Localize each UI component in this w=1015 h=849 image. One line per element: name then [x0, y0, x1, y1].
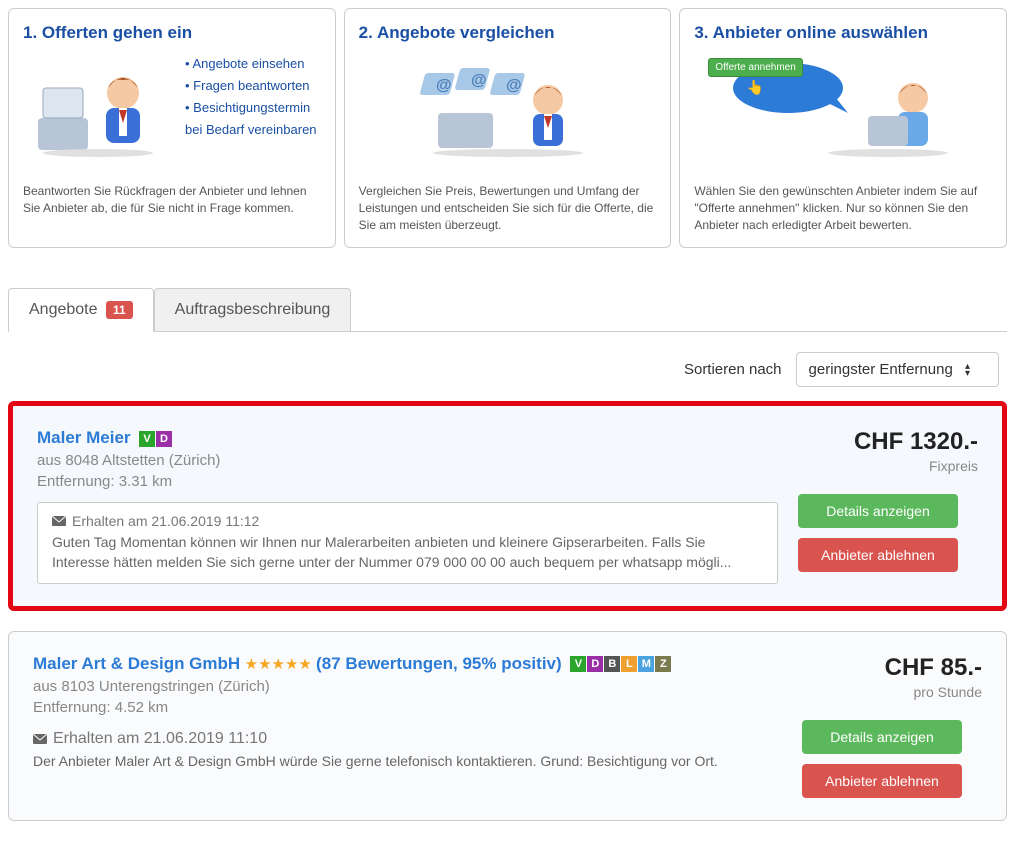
step-3: 3. Anbieter online auswählen Offerte ann…: [679, 8, 1007, 248]
message-body: Der Anbieter Maler Art & Design GmbH wür…: [33, 752, 782, 772]
reject-provider-button[interactable]: Anbieter ablehnen: [798, 538, 958, 572]
badge-z: Z: [655, 656, 671, 672]
provider-badges: VDBLMZ: [570, 656, 671, 672]
badge-l: L: [621, 656, 637, 672]
svg-text:@: @: [506, 77, 522, 94]
sort-select[interactable]: geringster Entfernung ▴▾: [796, 352, 999, 387]
sort-label: Sortieren nach: [684, 361, 782, 378]
message-received: Erhalten am 21.06.2019 11:12: [52, 513, 763, 529]
accept-offer-bubble-button: Offerte annehmen: [708, 58, 802, 77]
svg-text:@: @: [436, 77, 452, 94]
offer-card: Maler Art & Design GmbH ★★★★★ (87 Bewert…: [8, 631, 1007, 821]
step-bullets: Angebote einsehen Fragen beantworten Bes…: [185, 53, 321, 141]
offer-distance: Entfernung: 4.52 km: [33, 699, 782, 716]
person-accept-illustration: Offerte annehmen 👆: [728, 53, 958, 163]
envelope-icon: [52, 516, 66, 526]
message-body: Guten Tag Momentan können wir Ihnen nur …: [52, 533, 763, 572]
badge-v: V: [570, 656, 586, 672]
steps-row: 1. Offerten gehen ein Angebote einsehen …: [8, 8, 1007, 248]
badge-v: V: [139, 431, 155, 447]
message-received: Erhalten am 21.06.2019 11:10: [33, 730, 782, 748]
envelope-icon: [33, 734, 47, 744]
details-button[interactable]: Details anzeigen: [798, 494, 958, 528]
offer-provider-name[interactable]: Maler Meier: [37, 428, 131, 447]
person-desk-illustration: [23, 53, 173, 163]
cursor-icon: 👆: [747, 79, 764, 95]
step-title: 1. Offerten gehen ein: [23, 23, 321, 43]
step-title: 3. Anbieter online auswählen: [694, 23, 992, 43]
details-button[interactable]: Details anzeigen: [802, 720, 962, 754]
message-box: Erhalten am 21.06.2019 11:12 Guten Tag Mo…: [37, 502, 778, 583]
step-title: 2. Angebote vergleichen: [359, 23, 657, 43]
offer-price: CHF 1320.-: [798, 428, 978, 456]
svg-text:@: @: [471, 72, 487, 89]
badge-m: M: [638, 656, 654, 672]
offer-card: Maler Meier VD aus 8048 Altstetten (Züri…: [8, 401, 1007, 610]
provider-badges: VD: [139, 431, 172, 447]
step-description: Vergleichen Sie Preis, Bewertungen und U…: [359, 183, 657, 233]
tab-description[interactable]: Auftragsbeschreibung: [154, 288, 352, 332]
reject-provider-button[interactable]: Anbieter ablehnen: [802, 764, 962, 798]
tabs: Angebote 11 Auftragsbeschreibung: [8, 288, 1007, 332]
tab-offers[interactable]: Angebote 11: [8, 288, 154, 332]
offer-price-type: Fixpreis: [798, 458, 978, 474]
offer-location: aus 8048 Altstetten (Zürich): [37, 452, 778, 469]
badge-d: D: [587, 656, 603, 672]
badge-d: D: [156, 431, 172, 447]
step-2: 2. Angebote vergleichen @ @ @: [344, 8, 672, 248]
step-1: 1. Offerten gehen ein Angebote einsehen …: [8, 8, 336, 248]
offer-price: CHF 85.-: [802, 654, 982, 682]
offer-price-type: pro Stunde: [802, 684, 982, 700]
rating-stars: ★★★★★: [245, 656, 316, 673]
badge-b: B: [604, 656, 620, 672]
step-description: Beantworten Sie Rückfragen der Anbieter …: [23, 183, 321, 217]
sort-caret-icon: ▴▾: [965, 363, 970, 377]
offer-provider-name[interactable]: Maler Art & Design GmbH: [33, 654, 240, 673]
rating-text[interactable]: (87 Bewertungen, 95% positiv): [316, 654, 566, 673]
offer-distance: Entfernung: 3.31 km: [37, 473, 778, 490]
offers-count-badge: 11: [106, 301, 133, 319]
step-description: Wählen Sie den gewünschten Anbieter inde…: [694, 183, 992, 233]
offer-location: aus 8103 Unterengstringen (Zürich): [33, 678, 782, 695]
person-email-illustration: @ @ @: [408, 53, 608, 163]
message-plain: Erhalten am 21.06.2019 11:10 Der Anbieter…: [33, 730, 782, 772]
sort-bar: Sortieren nach geringster Entfernung ▴▾: [8, 352, 1007, 387]
